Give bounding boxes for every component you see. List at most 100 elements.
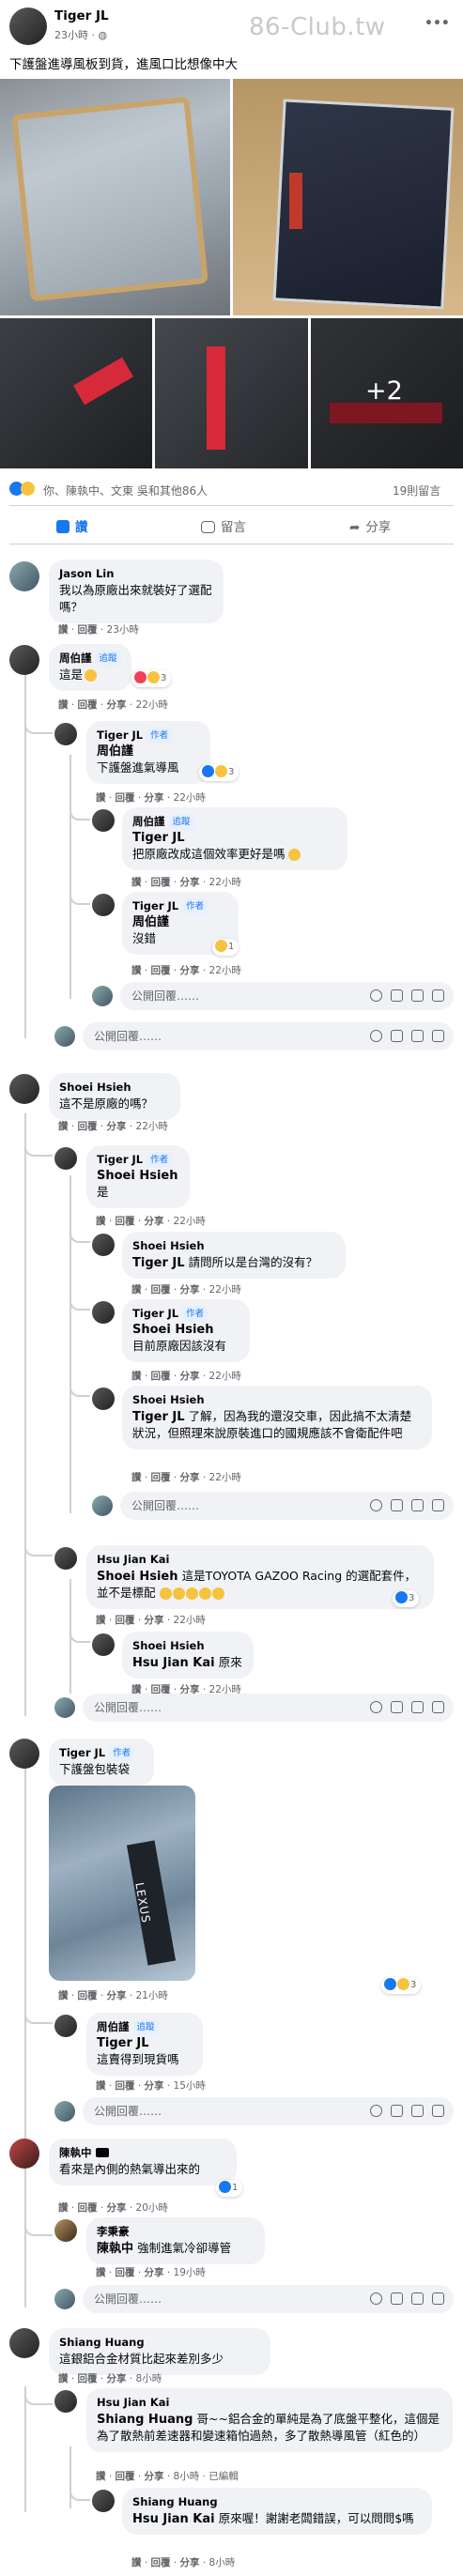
- mention[interactable]: Hsu Jian Kai: [132, 2512, 215, 2526]
- commenter-avatar[interactable]: [9, 1074, 39, 1104]
- comment-time[interactable]: 22小時: [174, 792, 206, 804]
- camera-icon[interactable]: [391, 989, 403, 1002]
- commenter-avatar[interactable]: [9, 2139, 39, 2169]
- commenter-avatar[interactable]: [54, 723, 77, 745]
- commenter-name[interactable]: 李秉豪: [97, 2224, 255, 2240]
- mention[interactable]: 陳執中: [97, 2242, 133, 2256]
- camera-icon[interactable]: [391, 1499, 403, 1511]
- commenter-avatar[interactable]: [92, 2490, 115, 2512]
- commenter-name[interactable]: Hsu Jian Kai: [97, 2395, 442, 2411]
- commenter-name[interactable]: Shiang Huang: [132, 2494, 422, 2510]
- camera-icon[interactable]: [391, 1030, 403, 1042]
- comment-time[interactable]: 8小時: [209, 2557, 236, 2568]
- photo-4[interactable]: [155, 318, 308, 468]
- share-link[interactable]: 分享: [180, 1472, 200, 1483]
- reply-input[interactable]: 公開回覆……: [83, 2097, 454, 2125]
- comment-time[interactable]: 22小時: [174, 1216, 206, 1227]
- commenter-name[interactable]: Shiang Huang: [59, 2335, 260, 2351]
- comment-photo[interactable]: LEXUS: [49, 1786, 195, 1981]
- reply-link[interactable]: 回覆: [78, 624, 98, 636]
- reaction-badge[interactable]: 3: [381, 1977, 422, 1994]
- share-link[interactable]: 分享: [180, 877, 200, 888]
- like-link[interactable]: 讚: [58, 624, 69, 636]
- reply-link[interactable]: 回覆: [151, 965, 171, 976]
- photo-2[interactable]: [233, 79, 463, 315]
- gif-icon[interactable]: [411, 2105, 424, 2117]
- commenter-avatar[interactable]: [92, 1234, 115, 1256]
- share-link[interactable]: 分享: [180, 1371, 200, 1382]
- photo-3[interactable]: [0, 318, 152, 468]
- commenter-avatar[interactable]: [92, 809, 115, 832]
- author-avatar[interactable]: [9, 8, 47, 45]
- share-link[interactable]: 分享: [180, 1284, 200, 1296]
- comment-time[interactable]: 22小時: [136, 699, 168, 711]
- share-link[interactable]: 分享: [107, 699, 127, 711]
- commenter-name[interactable]: Shoei Hsieh: [132, 1238, 335, 1254]
- commenter-name[interactable]: Tiger JL 作者: [97, 728, 200, 744]
- commenter-name[interactable]: Shoei Hsieh: [59, 1080, 170, 1096]
- commenter-avatar[interactable]: [9, 2328, 39, 2358]
- post-time[interactable]: 23小時 · ◍: [54, 27, 107, 42]
- commenter-name[interactable]: 周伯謹 追蹤: [97, 2019, 193, 2035]
- commenter-avatar[interactable]: [92, 894, 115, 916]
- mention[interactable]: Hsu Jian Kai: [132, 1656, 215, 1670]
- share-link[interactable]: 分享: [145, 1216, 164, 1227]
- share-link[interactable]: 分享: [145, 2471, 164, 2482]
- reply-link[interactable]: 回覆: [78, 1990, 98, 2001]
- sticker-icon[interactable]: [432, 989, 444, 1002]
- emoji-icon[interactable]: [370, 2292, 382, 2305]
- emoji-icon[interactable]: [370, 989, 382, 1002]
- like-link[interactable]: 讚: [131, 1371, 142, 1382]
- emoji-icon[interactable]: [370, 2105, 382, 2117]
- commenter-name[interactable]: Tiger JL 作者: [132, 898, 228, 914]
- reply-link[interactable]: 回覆: [116, 792, 135, 804]
- emoji-icon[interactable]: [370, 1030, 382, 1042]
- comment-time[interactable]: 22小時: [174, 1615, 206, 1626]
- like-link[interactable]: 讚: [58, 699, 69, 711]
- reply-link[interactable]: 回覆: [116, 2080, 135, 2092]
- comment-time[interactable]: 19小時: [174, 2267, 206, 2278]
- commenter-avatar[interactable]: [54, 1147, 77, 1170]
- like-link[interactable]: 讚: [131, 877, 142, 888]
- commenter-avatar[interactable]: [54, 1547, 77, 1570]
- commenter-avatar[interactable]: [92, 1388, 115, 1410]
- commenter-avatar[interactable]: [54, 2390, 77, 2413]
- mention[interactable]: Tiger JL: [132, 1256, 185, 1270]
- reply-link[interactable]: 回覆: [78, 2373, 98, 2384]
- comment-time[interactable]: 15小時: [174, 2080, 206, 2092]
- like-link[interactable]: 讚: [58, 1990, 69, 2001]
- reply-link[interactable]: 回覆: [78, 1121, 98, 1132]
- reaction-badge[interactable]: 3: [131, 670, 172, 687]
- commenter-name[interactable]: 周伯謹 追蹤: [59, 651, 121, 667]
- commenter-name[interactable]: 周伯謹 追蹤: [132, 814, 337, 830]
- like-link[interactable]: 讚: [96, 2267, 106, 2278]
- comment-time[interactable]: 22小時: [136, 1121, 168, 1132]
- share-link[interactable]: 分享: [180, 965, 200, 976]
- comment-time[interactable]: 8小時: [174, 2471, 200, 2482]
- share-link[interactable]: 分享: [107, 1990, 127, 2001]
- mention[interactable]: Shoei Hsieh: [97, 1169, 178, 1183]
- comment-button[interactable]: 留言: [201, 516, 246, 535]
- mention[interactable]: Tiger JL: [132, 831, 185, 845]
- reply-input[interactable]: 公開回覆……: [120, 1492, 454, 1520]
- mention[interactable]: 周伯謹: [132, 915, 169, 929]
- commenter-avatar[interactable]: [9, 645, 39, 675]
- commenter-name[interactable]: Hsu Jian Kai: [97, 1552, 424, 1568]
- reply-input[interactable]: 公開回覆……: [83, 1022, 454, 1050]
- commenter-name[interactable]: Shoei Hsieh: [132, 1392, 422, 1408]
- reply-link[interactable]: 回覆: [116, 1216, 135, 1227]
- share-link[interactable]: 分享: [145, 2267, 164, 2278]
- camera-icon[interactable]: [391, 2292, 403, 2305]
- gif-icon[interactable]: [411, 1499, 424, 1511]
- camera-icon[interactable]: [391, 2105, 403, 2117]
- like-link[interactable]: 讚: [96, 2080, 106, 2092]
- share-link[interactable]: 分享: [107, 2202, 127, 2214]
- reply-link[interactable]: 回覆: [151, 877, 171, 888]
- sticker-icon[interactable]: [432, 1499, 444, 1511]
- commenter-avatar[interactable]: [9, 1739, 39, 1769]
- reaction-badge[interactable]: 3: [199, 764, 239, 781]
- sticker-icon[interactable]: [432, 2105, 444, 2117]
- sticker-icon[interactable]: [432, 1701, 444, 1713]
- like-link[interactable]: 讚: [131, 2557, 142, 2568]
- comment-time[interactable]: 21小時: [136, 1990, 168, 2001]
